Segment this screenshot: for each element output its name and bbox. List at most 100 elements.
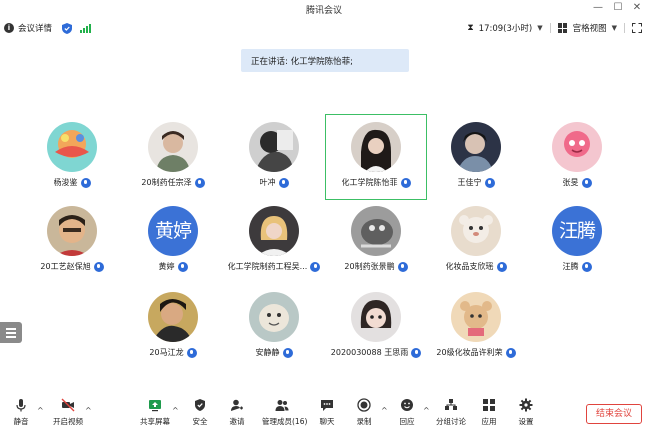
chevron-up-icon[interactable]: ^ bbox=[85, 406, 92, 415]
active-speaker-banner: 正在讲话: 化工学院陈怡菲; bbox=[241, 49, 409, 72]
avatar bbox=[148, 122, 198, 172]
mute-button[interactable]: 静音 bbox=[1, 398, 41, 427]
avatar bbox=[47, 206, 97, 256]
apps-button[interactable]: 应用 bbox=[469, 398, 509, 427]
mic-icon bbox=[411, 347, 422, 358]
grid-view-icon[interactable] bbox=[557, 23, 568, 33]
participant-tile[interactable]: 叶冲 bbox=[224, 122, 324, 202]
close-icon[interactable]: ✕ bbox=[631, 2, 643, 14]
participant-name: 黄婷 bbox=[158, 262, 175, 271]
breakout-icon bbox=[445, 399, 457, 410]
participant-tile[interactable]: 20制药张景鹏 bbox=[326, 206, 426, 286]
participant-name: 化工学院陈怡菲 bbox=[341, 178, 398, 187]
chevron-down-icon[interactable]: ▼ bbox=[537, 24, 542, 32]
meeting-timer: 17:09(3小时) bbox=[478, 24, 533, 34]
members-icon bbox=[275, 400, 289, 411]
mic-icon bbox=[397, 261, 408, 272]
chat-icon bbox=[321, 400, 333, 411]
avatar bbox=[249, 122, 299, 172]
minimize-icon[interactable]: — bbox=[592, 2, 604, 14]
participant-name: 20制药任宗泽 bbox=[141, 178, 192, 187]
avatar bbox=[451, 292, 501, 342]
gear-icon bbox=[519, 398, 533, 412]
chevron-up-icon[interactable]: ^ bbox=[172, 406, 179, 415]
participant-name: 安静静 bbox=[255, 348, 280, 357]
mic-icon bbox=[496, 261, 507, 272]
avatar bbox=[351, 292, 401, 342]
maximize-icon[interactable]: ☐ bbox=[612, 2, 624, 14]
chevron-down-icon[interactable]: ▼ bbox=[612, 24, 617, 32]
share-screen-icon bbox=[149, 400, 161, 412]
view-mode-button[interactable]: 宫格视图 bbox=[573, 22, 607, 34]
share-screen-button[interactable]: 共享屏幕 bbox=[135, 398, 175, 427]
chat-button[interactable]: 聊天 bbox=[307, 398, 347, 427]
video-off-icon bbox=[61, 398, 75, 412]
microphone-icon bbox=[16, 399, 26, 412]
record-button[interactable]: 录制 bbox=[344, 398, 384, 427]
participant-name: 叶冲 bbox=[259, 178, 276, 187]
participant-tile[interactable]: 20马江龙 bbox=[123, 292, 223, 372]
avatar bbox=[249, 292, 299, 342]
avatar bbox=[351, 206, 401, 256]
meeting-toolbar: 静音 ^ 开启视频 ^ 共享屏幕 ^ 安全 邀请 管理成员(16) 聊天 录制 … bbox=[0, 396, 648, 430]
mic-icon bbox=[194, 177, 205, 188]
apps-grid-icon bbox=[483, 399, 495, 411]
avatar bbox=[351, 122, 401, 172]
mic-icon bbox=[484, 177, 495, 188]
participant-tile[interactable]: 张旻 bbox=[527, 122, 627, 202]
start-video-button[interactable]: 开启视频 bbox=[48, 398, 88, 427]
participant-tile[interactable]: 2020030088 王思雨 bbox=[326, 292, 426, 372]
member-list-toggle[interactable] bbox=[0, 322, 22, 343]
participant-name: 王佳宁 bbox=[457, 178, 482, 187]
avatar bbox=[451, 122, 501, 172]
participant-tile[interactable]: 化工学院制药工程吴... bbox=[224, 206, 324, 286]
participant-tile[interactable]: 化工学院陈怡菲 bbox=[326, 122, 426, 202]
react-button[interactable]: 回应 bbox=[387, 398, 427, 427]
participant-tile[interactable]: 汪腾 汪腾 bbox=[527, 206, 627, 286]
participant-tile[interactable]: 20工艺赵保旭 bbox=[22, 206, 122, 286]
hourglass-icon: ⧗ bbox=[467, 23, 474, 33]
record-icon bbox=[357, 398, 371, 412]
chat-label: 聊天 bbox=[319, 417, 335, 426]
breakout-rooms-button[interactable]: 分组讨论 bbox=[431, 398, 471, 427]
security-label: 安全 bbox=[192, 417, 208, 426]
mic-icon bbox=[93, 261, 104, 272]
fullscreen-icon[interactable] bbox=[632, 23, 642, 33]
participant-name: 2020030088 王思雨 bbox=[330, 348, 409, 357]
invite-user-icon bbox=[231, 399, 243, 411]
avatar bbox=[451, 206, 501, 256]
chevron-up-icon[interactable]: ^ bbox=[37, 406, 44, 415]
participant-name: 20马江龙 bbox=[149, 348, 184, 357]
chevron-up-icon[interactable]: ^ bbox=[423, 406, 430, 415]
signal-icon[interactable] bbox=[80, 23, 92, 33]
window-title: 腾讯会议 bbox=[305, 6, 342, 16]
participant-tile[interactable]: 黄婷 黄婷 bbox=[123, 206, 223, 286]
shield-icon[interactable] bbox=[62, 22, 73, 34]
participant-tile[interactable]: 化妆品支欣瑶 bbox=[426, 206, 526, 286]
security-button[interactable]: 安全 bbox=[180, 398, 220, 427]
settings-button[interactable]: 设置 bbox=[506, 398, 546, 427]
participant-tile[interactable]: 安静静 bbox=[224, 292, 324, 372]
invite-label: 邀请 bbox=[229, 417, 245, 426]
end-meeting-button[interactable]: 结束会议 bbox=[586, 404, 642, 424]
avatar: 汪腾 bbox=[552, 206, 602, 256]
security-shield-icon bbox=[195, 399, 205, 411]
info-icon[interactable]: i bbox=[4, 23, 14, 33]
participant-tile[interactable]: 20级化妆品许利荣 bbox=[426, 292, 526, 372]
manage-members-button[interactable]: 管理成员(16) bbox=[262, 398, 307, 427]
divider bbox=[624, 23, 625, 33]
participant-tile[interactable]: 王佳宁 bbox=[426, 122, 526, 202]
invite-button[interactable]: 邀请 bbox=[217, 398, 257, 427]
avatar bbox=[552, 122, 602, 172]
breakout-label: 分组讨论 bbox=[436, 417, 466, 426]
participant-tile[interactable]: 20制药任宗泽 bbox=[123, 122, 223, 202]
record-label: 录制 bbox=[356, 417, 372, 426]
participant-name: 化工学院制药工程吴... bbox=[227, 262, 308, 271]
mic-icon bbox=[278, 177, 289, 188]
meeting-details-button[interactable]: 会议详情 bbox=[18, 22, 52, 34]
mic-icon bbox=[581, 261, 592, 272]
participant-tile[interactable]: 杨浚鉴 bbox=[22, 122, 122, 202]
apps-label: 应用 bbox=[481, 417, 497, 426]
participant-name: 20级化妆品许利荣 bbox=[436, 348, 503, 357]
participant-name: 张旻 bbox=[562, 178, 579, 187]
